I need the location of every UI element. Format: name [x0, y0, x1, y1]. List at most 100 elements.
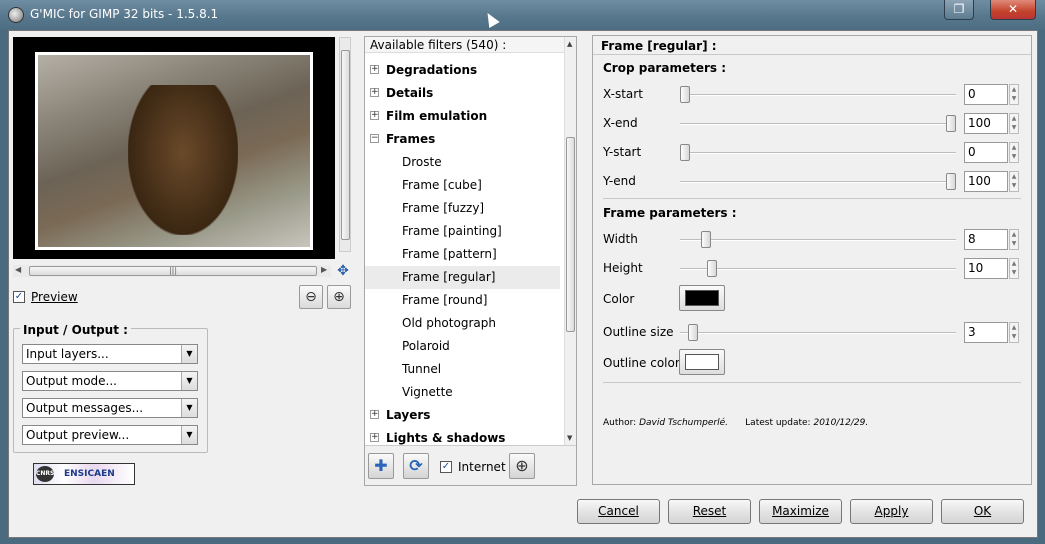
spin-arrows-icon[interactable]: ▲ ▼: [1009, 113, 1019, 134]
spin-arrows-icon[interactable]: ▲ ▼: [1009, 229, 1019, 250]
output-preview-combo[interactable]: Output preview... ▼: [22, 425, 198, 445]
restore-button[interactable]: ❐: [944, 0, 974, 20]
scrollbar-thumb[interactable]: [341, 50, 350, 240]
filter-parameters-panel: Frame [regular] : Crop parameters : Fram…: [592, 35, 1032, 485]
filter-item[interactable]: Frame [regular]: [365, 266, 560, 289]
outline-size-slider[interactable]: [680, 332, 956, 334]
filter-item[interactable]: Tunnel: [365, 358, 560, 381]
maximize-button[interactable]: Maximize: [759, 499, 842, 524]
filter-item[interactable]: Frame [cube]: [365, 174, 560, 197]
internet-checkbox[interactable]: ✓: [440, 461, 452, 473]
apply-button[interactable]: Apply: [850, 499, 933, 524]
height-slider[interactable]: [680, 268, 956, 270]
filter-category[interactable]: + Details: [365, 82, 560, 105]
input-output-title: Input / Output :: [20, 323, 131, 337]
zoom-in-button[interactable]: ⊕: [327, 285, 351, 309]
scroll-down-icon[interactable]: ▼: [567, 434, 572, 442]
outline-color-picker-button[interactable]: [679, 349, 725, 375]
title-bar[interactable]: G'MIC for GIMP 32 bits - 1.5.8.1 ❐ ✕: [0, 0, 1045, 30]
add-filter-button[interactable]: ✚: [368, 453, 394, 479]
y-end-slider[interactable]: [680, 181, 956, 183]
slider-handle[interactable]: [680, 144, 690, 161]
expand-icon[interactable]: +: [370, 111, 379, 120]
fullscreen-preview-button[interactable]: ⊕: [509, 453, 535, 479]
height-spinbox[interactable]: 10: [964, 258, 1008, 279]
expand-icon[interactable]: +: [370, 88, 379, 97]
y-start-slider[interactable]: [680, 152, 956, 154]
slider-handle[interactable]: [946, 115, 956, 132]
scroll-up-icon[interactable]: ▲: [567, 40, 572, 48]
filter-item[interactable]: Frame [painting]: [365, 220, 560, 243]
filter-item[interactable]: Droste: [365, 151, 560, 174]
preview-checkbox[interactable]: ✓: [13, 291, 25, 303]
scrollbar-thumb[interactable]: [566, 137, 575, 332]
filter-category[interactable]: + Film emulation: [365, 105, 560, 128]
slider-handle[interactable]: [680, 86, 690, 103]
zoom-out-icon: ⊖: [305, 289, 317, 305]
slider-handle[interactable]: [946, 173, 956, 190]
expand-icon[interactable]: +: [370, 65, 379, 74]
filter-label: Details: [386, 86, 434, 100]
slider-handle[interactable]: [706, 260, 717, 277]
outline-size-spinbox[interactable]: 3: [964, 322, 1008, 343]
chevron-down-icon[interactable]: ▼: [181, 345, 197, 363]
color-picker-button[interactable]: [679, 285, 725, 311]
filter-tree-scrollbar[interactable]: ▲ ▼: [564, 37, 576, 445]
width-slider[interactable]: [680, 239, 956, 241]
chevron-down-icon[interactable]: ▼: [181, 399, 197, 417]
filter-item[interactable]: Vignette: [365, 381, 560, 404]
scroll-right-icon[interactable]: ▶: [321, 265, 327, 274]
filter-item[interactable]: Frame [round]: [365, 289, 560, 312]
scrollbar-thumb[interactable]: |||: [29, 266, 317, 276]
combo-value: Output mode...: [26, 374, 117, 388]
x-end-spinbox[interactable]: 100: [964, 113, 1008, 134]
filter-category[interactable]: + Degradations: [365, 59, 560, 82]
x-start-slider[interactable]: [680, 94, 956, 96]
output-mode-combo[interactable]: Output mode... ▼: [22, 371, 198, 391]
spin-arrows-icon[interactable]: ▲ ▼: [1009, 258, 1019, 279]
input-layers-combo[interactable]: Input layers... ▼: [22, 344, 198, 364]
width-spinbox[interactable]: 8: [964, 229, 1008, 250]
filter-label: Frame [regular]: [402, 270, 496, 284]
preview-label: Preview: [31, 290, 78, 304]
filter-category[interactable]: − Frames: [365, 128, 560, 151]
slider-handle[interactable]: [701, 231, 712, 248]
preview-horizontal-scrollbar[interactable]: ◀ ||| ▶: [13, 265, 331, 277]
window-title: G'MIC for GIMP 32 bits - 1.5.8.1: [30, 7, 219, 21]
filter-item[interactable]: Frame [pattern]: [365, 243, 560, 266]
filter-item[interactable]: Polaroid: [365, 335, 560, 358]
expand-icon[interactable]: +: [370, 410, 379, 419]
reset-button[interactable]: Reset: [668, 499, 751, 524]
collapse-icon[interactable]: −: [370, 134, 379, 143]
zoom-out-button[interactable]: ⊖: [299, 285, 323, 309]
filter-category[interactable]: + Layers: [365, 404, 560, 427]
filter-item[interactable]: Frame [fuzzy]: [365, 197, 560, 220]
output-messages-combo[interactable]: Output messages... ▼: [22, 398, 198, 418]
y-end-spinbox[interactable]: 100: [964, 171, 1008, 192]
spin-arrows-icon[interactable]: ▲ ▼: [1009, 142, 1019, 163]
slider-handle[interactable]: [687, 324, 698, 341]
filter-label: Tunnel: [402, 362, 442, 376]
pan-move-icon[interactable]: ✥: [336, 264, 350, 278]
filter-item[interactable]: Old photograph: [365, 312, 560, 335]
filter-tree[interactable]: Available filters (540) : + Degradations +…: [364, 36, 577, 486]
preview-vertical-scrollbar[interactable]: [339, 37, 351, 252]
scroll-left-icon[interactable]: ◀: [15, 265, 21, 274]
spin-arrows-icon[interactable]: ▲ ▼: [1009, 171, 1019, 192]
y-start-spinbox[interactable]: 0: [964, 142, 1008, 163]
filter-title: Frame [regular] :: [601, 39, 717, 53]
chevron-down-icon[interactable]: ▼: [181, 426, 197, 444]
spin-arrows-icon[interactable]: ▲ ▼: [1009, 322, 1019, 343]
spin-arrows-icon[interactable]: ▲ ▼: [1009, 84, 1019, 105]
cancel-button[interactable]: Cancel: [577, 499, 660, 524]
preview-area[interactable]: [13, 37, 335, 259]
x-end-slider[interactable]: [680, 123, 956, 125]
close-button[interactable]: ✕: [990, 0, 1036, 20]
x-start-spinbox[interactable]: 0: [964, 84, 1008, 105]
ok-button[interactable]: OK: [941, 499, 1024, 524]
expand-icon[interactable]: +: [370, 433, 379, 442]
chevron-down-icon[interactable]: ▼: [181, 372, 197, 390]
filter-label: Frame [cube]: [402, 178, 482, 192]
refresh-filters-button[interactable]: ⟳: [403, 453, 429, 479]
zoom-in-icon: ⊕: [333, 289, 345, 305]
